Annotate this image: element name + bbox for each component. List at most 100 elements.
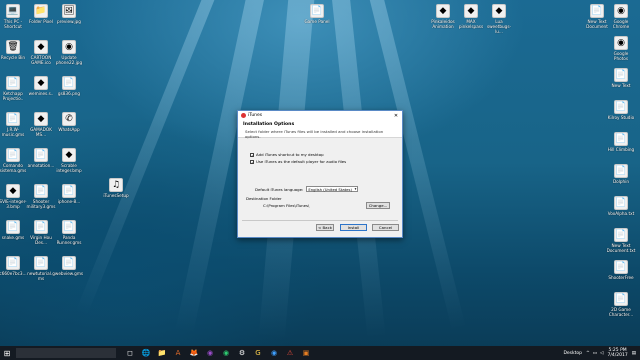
desktop-icon-label: New Text Document.txt	[606, 243, 636, 253]
desktop-icon[interactable]: 📄 Shooter military3.gms	[26, 184, 56, 209]
desktop-icon-label: SVIE-integer-3.bmp	[0, 199, 27, 209]
desktop-icon-label: This PC - Shortcut	[3, 19, 23, 29]
desktop-icon[interactable]: 📄 newtutorial.gms	[26, 256, 56, 281]
desktop-icon[interactable]: ◉ Update phone22.jpg	[54, 40, 84, 65]
desktop-icon-label: snake.gms	[1, 235, 25, 240]
taskbar-app-icon[interactable]: 🌐	[138, 346, 154, 360]
desktop-icon[interactable]: ◉ Google Chrome	[606, 4, 636, 29]
default-player-checkbox[interactable]: ✓ Use iTunes as the default player for a…	[250, 159, 346, 164]
checkbox-box[interactable]: ✓	[250, 152, 254, 157]
desktop-icon-label: Recycle Bin	[0, 55, 26, 60]
file-icon: 📄	[34, 256, 48, 270]
taskbar-app-icon[interactable]: ▣	[298, 346, 314, 360]
file-icon: 🖼	[62, 4, 76, 18]
desktop-icon[interactable]: 📄 2D Game Character...	[606, 292, 636, 317]
file-icon: 📄	[34, 184, 48, 198]
taskbar-app-icon[interactable]: 🦊	[186, 346, 202, 360]
taskbar-search-input[interactable]	[16, 348, 116, 358]
change-button[interactable]: Change...	[366, 202, 390, 209]
desktop-icon[interactable]: 📄 Ketchapp Projectio..	[0, 76, 28, 101]
desktop-icon[interactable]: 📄 VoxAlpha.txt	[606, 196, 636, 216]
volume-icon[interactable]: ◁	[600, 351, 603, 356]
taskbar-app-icon[interactable]: ◉	[266, 346, 282, 360]
desktop-icon[interactable]: ◆ SVIE-integer-3.bmp	[0, 184, 28, 209]
desktop-icon[interactable]: 📄 Virgin Hou Des...	[26, 220, 56, 245]
desktop-icon-label: Google Photos	[613, 51, 629, 61]
desktop-icon[interactable]: 📄 webview.gms	[54, 256, 84, 276]
desktop-icon[interactable]: ✆ WhatsApp	[54, 112, 84, 132]
install-button[interactable]: Install	[340, 224, 367, 231]
file-icon: ◆	[34, 40, 48, 54]
desktop-icon[interactable]: 📄 New Text	[606, 68, 636, 88]
desktop-icon[interactable]: ◆ MAX pinkelspass	[456, 4, 486, 29]
file-icon: 📄	[62, 220, 76, 234]
desktop-icon[interactable]: 📄 snake.gms	[0, 220, 28, 240]
desktop-icon[interactable]: ◆ Pinkaleidos Animation	[428, 4, 458, 29]
desktop-icon-label: Scrable integer.bmp	[56, 163, 82, 173]
taskbar-app-icon[interactable]: ◻	[122, 346, 138, 360]
desktop-icon[interactable]: ◉ Google Photos	[606, 36, 636, 61]
clock[interactable]: 5:25 PM 7/4/2017	[608, 348, 628, 358]
desktop-icon-label: iTunesSetup	[103, 193, 129, 198]
desktop-icon[interactable]: 📄 annotation...	[26, 148, 56, 168]
desktop-icon[interactable]: 📄 ShooterFree	[606, 260, 636, 280]
desktop-icon[interactable]: 📄 gs836.png	[54, 76, 84, 96]
desktop-icon-label: GAMADOK MS...	[30, 127, 52, 137]
file-icon: 📄	[614, 164, 628, 178]
taskbar-app-icon[interactable]: ⚠	[282, 346, 298, 360]
taskbar-app-icon[interactable]: ◉	[202, 346, 218, 360]
taskbar-app-icon[interactable]: 📁	[154, 346, 170, 360]
desktop-icon[interactable]: 📄 Kilroy Studio	[606, 100, 636, 120]
desktop-icon[interactable]: 📄 Hill Climbing	[606, 132, 636, 152]
file-icon: ◆	[436, 4, 450, 18]
network-icon[interactable]: ▭	[593, 351, 597, 356]
desktop-icon-label: wemines.s..	[28, 91, 54, 96]
desktop-icon[interactable]: 💻 This PC - Shortcut	[0, 4, 28, 29]
desktop-icon-label: Comando sistema.gms	[0, 163, 27, 173]
desktop-icon-game-panel[interactable]: 📄 Game Panel	[302, 4, 332, 24]
desktop-icon[interactable]: 📄 Comando sistema.gms	[0, 148, 28, 173]
desktop-shortcut-checkbox[interactable]: ✓ Add iTunes shortcut to my desktop	[250, 152, 324, 157]
desktop-toolbar-label[interactable]: Desktop	[563, 351, 582, 356]
file-icon: 💻	[6, 4, 20, 18]
language-select[interactable]: English (United States) ▾	[306, 186, 359, 192]
desktop-icon[interactable]: 📄 iphone-8...	[54, 184, 84, 204]
file-icon: ◆	[62, 148, 76, 162]
taskbar-app-icon[interactable]: G	[250, 346, 266, 360]
taskbar-app-icon[interactable]: ◉	[218, 346, 234, 360]
desktop-icon[interactable]: 📄 J.R.W-music.gms	[0, 112, 28, 137]
desktop-icon[interactable]: ◆ wemines.s..	[26, 76, 56, 96]
desktop-icon-label: Update phone22.jpg	[55, 55, 83, 65]
desktop-icon[interactable]: ◆ Scrable integer.bmp	[54, 148, 84, 173]
file-icon: 📄	[614, 228, 628, 242]
file-icon: 📄	[62, 256, 76, 270]
itunes-setup-icon: ♫	[109, 178, 123, 192]
close-icon[interactable]: ✕	[393, 113, 399, 119]
desktop-icon[interactable]: ◆ Lua sweetbugs-lu...	[484, 4, 514, 34]
file-icon: ◆	[492, 4, 506, 18]
desktop-icon[interactable]: ◆ CARTOON GAME.ico	[26, 40, 56, 65]
desktop-icon[interactable]: 🖼 preview.jpg	[54, 4, 84, 24]
desktop-icon[interactable]: 📄 Dolphin	[606, 164, 636, 184]
taskbar-app-icon[interactable]: A	[170, 346, 186, 360]
windows-start-icon[interactable]: ⊞	[0, 346, 14, 360]
chevron-up-icon[interactable]: ^	[586, 351, 590, 356]
notification-icon[interactable]: ▤	[632, 351, 636, 356]
desktop-icon-itunes-setup[interactable]: ♫ iTunesSetup	[101, 178, 131, 198]
desktop-icon-label: iphone-8...	[57, 199, 81, 204]
desktop-icon[interactable]: ◆ GAMADOK MS...	[26, 112, 56, 137]
checkbox-box[interactable]: ✓	[250, 159, 254, 164]
dialog-heading: Installation Options	[243, 122, 295, 127]
back-button[interactable]: < Back	[316, 224, 334, 231]
desktop-icon[interactable]: 📄 New Text Document.txt	[606, 228, 636, 253]
dialog-titlebar[interactable]: iTunes ✕	[238, 111, 402, 120]
desktop-icon[interactable]: 📄 c660e7bc3...	[0, 256, 28, 276]
desktop-icon-label: Google Chrome	[612, 19, 630, 29]
file-icon: ✆	[62, 112, 76, 126]
taskbar-app-icon[interactable]: ⚙	[234, 346, 250, 360]
desktop-icon[interactable]: 🗑 Recycle Bin	[0, 40, 28, 60]
cancel-button[interactable]: Cancel	[372, 224, 399, 231]
desktop-icon[interactable]: 📄 Panda Runner.gms	[54, 220, 84, 245]
desktop-icon[interactable]: 📁 Folder Pixel	[26, 4, 56, 24]
file-icon: 📄	[34, 148, 48, 162]
